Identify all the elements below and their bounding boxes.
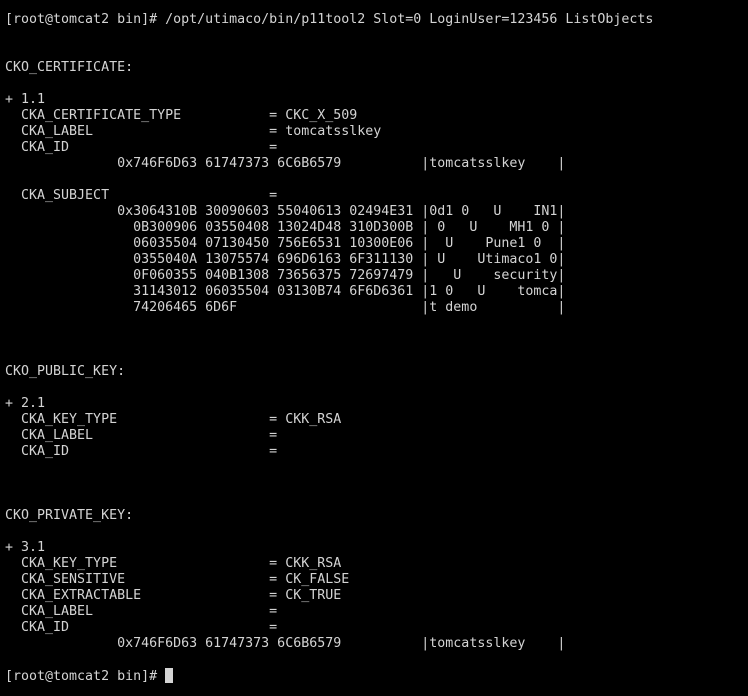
hex-dump-line: 0B300906 03550408 13024D48 310D300B | 0 …	[5, 220, 566, 235]
attribute-line: CKA_LABEL =	[5, 604, 278, 619]
attribute-line: CKA_SENSITIVE = CK_FALSE	[5, 572, 350, 587]
object-index: + 2.1	[5, 396, 46, 411]
hex-dump-line: 31143012 06035504 03130B74 6F6D6361 |1 0…	[5, 284, 566, 299]
hex-dump-line: 0x746F6D63 61747373 6C6B6579 |tomcatsslk…	[5, 156, 566, 171]
attribute-line: CKA_ID =	[5, 444, 278, 459]
attribute-line: CKA_ID =	[5, 620, 278, 635]
attribute-line: CKA_KEY_TYPE = CKK_RSA	[5, 412, 342, 427]
attribute-line: CKA_EXTRACTABLE = CK_TRUE	[5, 588, 342, 603]
hex-dump-line: 74206465 6D6F |t demo |	[5, 300, 566, 315]
hex-dump-line: 0x3064310B 30090603 55040613 02494E31 |0…	[5, 204, 566, 219]
certificate-section-header: CKO_CERTIFICATE:	[5, 60, 134, 75]
attribute-line: CKA_LABEL = tomcatsslkey	[5, 124, 382, 139]
attribute-line: CKA_LABEL =	[5, 428, 278, 443]
shell-prompt: [root@tomcat2 bin]#	[5, 669, 166, 684]
terminal-prompt-line[interactable]: [root@tomcat2 bin]#	[5, 668, 748, 684]
public-key-section-header: CKO_PUBLIC_KEY:	[5, 364, 126, 379]
object-index: + 3.1	[5, 540, 46, 555]
hex-dump-line: 0F060355 040B1308 73656375 72697479 | U …	[5, 268, 566, 283]
attribute-line: CKA_ID =	[5, 140, 278, 155]
attribute-line: CKA_SUBJECT =	[5, 188, 278, 203]
attribute-line: CKA_KEY_TYPE = CKK_RSA	[5, 556, 342, 571]
terminal-command-line: [root@tomcat2 bin]# /opt/utimaco/bin/p11…	[5, 12, 654, 27]
hex-dump-line: 0355040A 13075574 696D6163 6F311130 | U …	[5, 252, 566, 267]
object-index: + 1.1	[5, 92, 46, 107]
text-cursor	[165, 668, 174, 683]
attribute-line: CKA_CERTIFICATE_TYPE = CKC_X_509	[5, 108, 358, 123]
hex-dump-line: 0x746F6D63 61747373 6C6B6579 |tomcatsslk…	[5, 636, 566, 651]
hex-dump-line: 06035504 07130450 756E6531 10300E06 | U …	[5, 236, 566, 251]
terminal-window[interactable]: [root@tomcat2 bin]# /opt/utimaco/bin/p11…	[0, 0, 748, 696]
private-key-section-header: CKO_PRIVATE_KEY:	[5, 508, 134, 523]
